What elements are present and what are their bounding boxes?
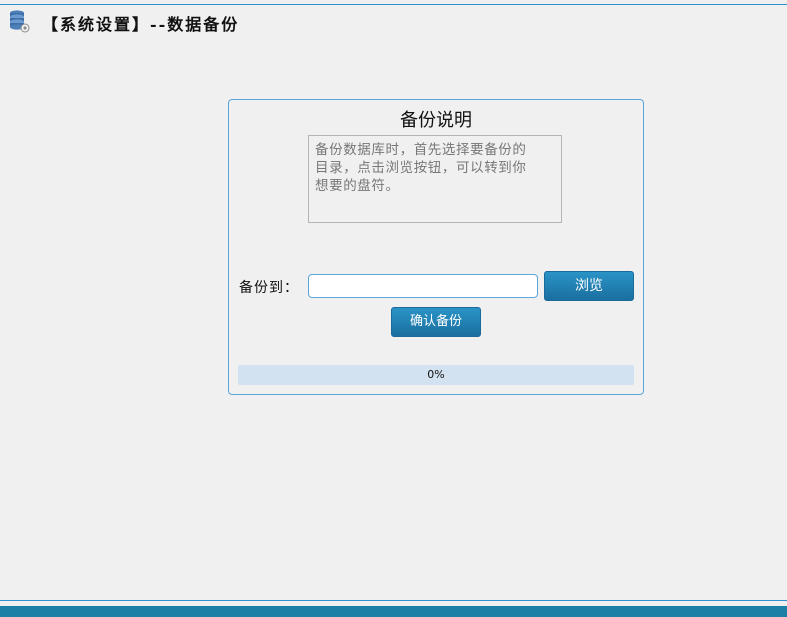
browse-button[interactable]: 浏览: [544, 271, 634, 301]
backup-progress-bar: 0%: [238, 365, 634, 385]
page-title: 【系统设置】--数据备份: [42, 15, 240, 34]
backup-description: 备份数据库时，首先选择要备份的 目录，点击浏览按钮，可以转到你 想要的盘符。: [308, 135, 562, 223]
bottom-border-line: [0, 600, 787, 601]
bottom-status-bar: [0, 606, 787, 617]
database-icon: [8, 9, 42, 37]
top-border-line: [0, 4, 787, 5]
backup-panel: 备份说明 备份数据库时，首先选择要备份的 目录，点击浏览按钮，可以转到你 想要的…: [228, 99, 644, 395]
panel-title: 备份说明: [400, 110, 472, 131]
page-header: 【系统设置】--数据备份: [8, 10, 239, 36]
backup-path-input[interactable]: [308, 274, 538, 298]
backup-target-label: 备份到：: [239, 280, 299, 296]
progress-text: 0%: [427, 368, 445, 381]
confirm-backup-button[interactable]: 确认备份: [391, 307, 481, 337]
